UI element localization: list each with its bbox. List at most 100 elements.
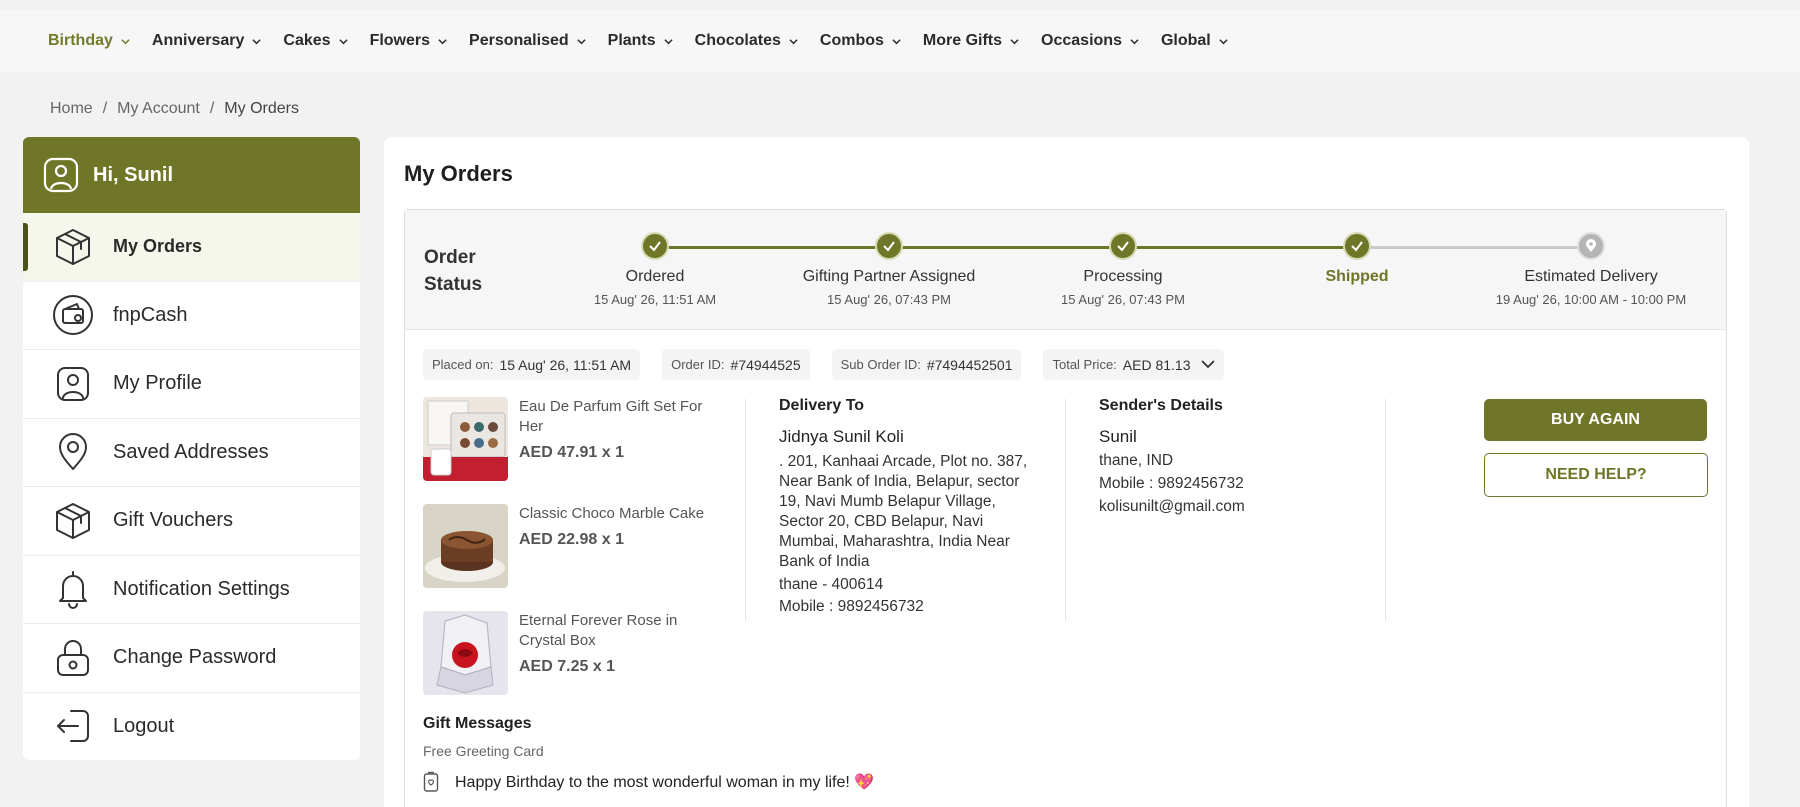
- lock-icon: [57, 639, 89, 676]
- step-label: Shipped: [1325, 268, 1389, 285]
- nav-item-birthday[interactable]: Birthday: [48, 32, 130, 50]
- column-divider: [1065, 399, 1066, 621]
- product-info: Eau De Parfum Gift Set For Her AED 47.91…: [519, 397, 719, 504]
- nav-label: Occasions: [1041, 32, 1122, 49]
- product-item[interactable]: Eternal Forever Rose in Crystal Box AED …: [423, 611, 723, 718]
- step-time: 15 Aug' 26, 07:43 PM: [1061, 292, 1185, 307]
- order-id-label: Order ID:: [671, 357, 725, 372]
- nav-label: Personalised: [469, 32, 569, 49]
- breadcrumb-current: My Orders: [224, 100, 299, 117]
- sender-details: Sender's Details Sunil thane, IND Mobile…: [1099, 397, 1349, 516]
- sidebar-item-saved-addresses[interactable]: Saved Addresses: [23, 419, 360, 487]
- breadcrumb-home[interactable]: Home: [50, 100, 93, 118]
- column-divider: [745, 399, 746, 621]
- sidebar-item-label: My Profile: [113, 372, 202, 395]
- greeting-card-icon: [423, 771, 439, 792]
- chevron-down-icon: [789, 38, 798, 44]
- chevron-down-icon: [1130, 38, 1139, 44]
- nav-item-personalised[interactable]: Personalised: [469, 32, 586, 50]
- chevron-down-icon: [1010, 38, 1019, 44]
- sender-name: Sunil: [1099, 427, 1137, 446]
- delivery-details: Delivery To Jidnya Sunil Koli . 201, Kan…: [779, 397, 1029, 616]
- voucher-box-icon: [56, 502, 90, 539]
- buy-again-button[interactable]: BUY AGAIN: [1484, 399, 1707, 441]
- sidebar-item-change-password[interactable]: Change Password: [23, 624, 360, 693]
- nav-item-combos[interactable]: Combos: [820, 32, 901, 50]
- nav-label: Combos: [819, 32, 884, 49]
- quantity: x 1: [592, 658, 616, 675]
- product-info: Classic Choco Marble Cake AED 22.98 x 1: [519, 504, 719, 611]
- gift-messages-title: Gift Messages: [423, 715, 532, 732]
- sidebar-item-my-orders[interactable]: My Orders: [23, 213, 360, 282]
- product-name[interactable]: Classic Choco Marble Cake: [519, 504, 719, 524]
- total-price-value: AED 81.13: [1122, 356, 1191, 373]
- nav-item-more-gifts[interactable]: More Gifts: [923, 32, 1019, 50]
- breadcrumb: Home / My Account / My Orders: [50, 100, 299, 118]
- sidebar-item-gift-vouchers[interactable]: Gift Vouchers: [23, 487, 360, 556]
- gift-message-text: Happy Birthday to the most wonderful wom…: [455, 774, 875, 791]
- location-pin-icon: [59, 433, 87, 471]
- order-card: Order Status Ordered 15 Aug' 26, 11:51 A…: [404, 209, 1727, 807]
- status-step-processing: Processing 15 Aug' 26, 07:43 PM: [1008, 232, 1238, 307]
- order-id-value: #74944525: [730, 356, 801, 373]
- gift-message: Happy Birthday to the most wonderful wom…: [423, 771, 874, 793]
- nav-item-chocolates[interactable]: Chocolates: [695, 32, 798, 50]
- sub-order-id-value: #7494452501: [926, 356, 1013, 373]
- product-image-perfume: [423, 397, 508, 481]
- sidebar-item-label: fnpCash: [113, 303, 188, 326]
- order-status-tracker: Order Status Ordered 15 Aug' 26, 11:51 A…: [405, 210, 1726, 330]
- need-help-button[interactable]: NEED HELP?: [1484, 453, 1708, 497]
- status-step-ordered: Ordered 15 Aug' 26, 11:51 AM: [540, 232, 770, 307]
- check-circle-icon: [641, 232, 669, 260]
- recipient-name: Jidnya Sunil Koli: [779, 427, 904, 446]
- product-price: AED 7.25 x 1: [519, 658, 719, 676]
- nav-item-plants[interactable]: Plants: [608, 32, 673, 50]
- product-list: Eau De Parfum Gift Set For Her AED 47.91…: [423, 397, 723, 718]
- nav-item-flowers[interactable]: Flowers: [370, 32, 447, 50]
- sender-location: thane, IND: [1099, 452, 1174, 469]
- status-step-estimated-delivery: Estimated Delivery 19 Aug' 26, 10:00 AM …: [1476, 232, 1706, 307]
- sidebar-item-notification-settings[interactable]: Notification Settings: [23, 556, 360, 624]
- product-price: AED 22.98 x 1: [519, 531, 719, 549]
- placed-on-value: 15 Aug' 26, 11:51 AM: [499, 356, 632, 373]
- nav-item-global[interactable]: Global: [1161, 32, 1228, 50]
- product-info: Eternal Forever Rose in Crystal Box AED …: [519, 611, 719, 718]
- nav-label: Anniversary: [151, 32, 245, 49]
- breadcrumb-my-account[interactable]: My Account: [117, 100, 200, 118]
- sidebar-item-fnpcash[interactable]: fnpCash: [23, 282, 360, 350]
- product-name[interactable]: Eternal Forever Rose in Crystal Box: [519, 611, 719, 651]
- nav-item-occasions[interactable]: Occasions: [1041, 32, 1139, 50]
- step-time: 19 Aug' 26, 10:00 AM - 10:00 PM: [1495, 292, 1687, 307]
- chevron-down-icon: [1219, 38, 1228, 44]
- greeting-card-type: Free Greeting Card: [423, 743, 544, 759]
- price-value: AED 22.98: [519, 531, 598, 548]
- product-name[interactable]: Eau De Parfum Gift Set For Her: [519, 397, 719, 437]
- product-image-cake: [423, 504, 508, 588]
- sender-mobile: Mobile : 9892456732: [1099, 475, 1244, 492]
- step-label: Estimated Delivery: [1524, 268, 1658, 285]
- price-value: AED 47.91: [519, 444, 598, 461]
- sidebar-item-logout[interactable]: Logout: [23, 693, 360, 761]
- nav-label: Cakes: [283, 32, 331, 49]
- bell-icon: [59, 571, 87, 610]
- status-step-shipped: Shipped: [1242, 232, 1472, 286]
- nav-label: Birthday: [48, 32, 113, 49]
- nav-label: More Gifts: [922, 32, 1003, 49]
- profile-icon: [57, 366, 89, 401]
- total-price-dropdown[interactable]: Total Price: AED 81.13: [1043, 349, 1224, 380]
- order-id-chip: Order ID: #74944525: [662, 349, 810, 380]
- product-item[interactable]: Eau De Parfum Gift Set For Her AED 47.91…: [423, 397, 723, 504]
- chevron-down-icon: [664, 38, 673, 44]
- account-sidebar: Hi, Sunil My Orders fnpCash My Profile S…: [23, 137, 360, 760]
- nav-item-anniversary[interactable]: Anniversary: [152, 32, 262, 50]
- total-price-label: Total Price:: [1052, 357, 1117, 372]
- nav-item-cakes[interactable]: Cakes: [283, 32, 348, 50]
- check-circle-icon: [1109, 232, 1137, 260]
- user-greeting: Hi, Sunil: [93, 163, 173, 186]
- product-item[interactable]: Classic Choco Marble Cake AED 22.98 x 1: [423, 504, 723, 611]
- sidebar-header: Hi, Sunil: [23, 137, 360, 213]
- box-icon: [56, 228, 90, 265]
- sidebar-item-my-profile[interactable]: My Profile: [23, 350, 360, 419]
- product-price: AED 47.91 x 1: [519, 444, 719, 462]
- step-time: 15 Aug' 26, 11:51 AM: [593, 292, 717, 307]
